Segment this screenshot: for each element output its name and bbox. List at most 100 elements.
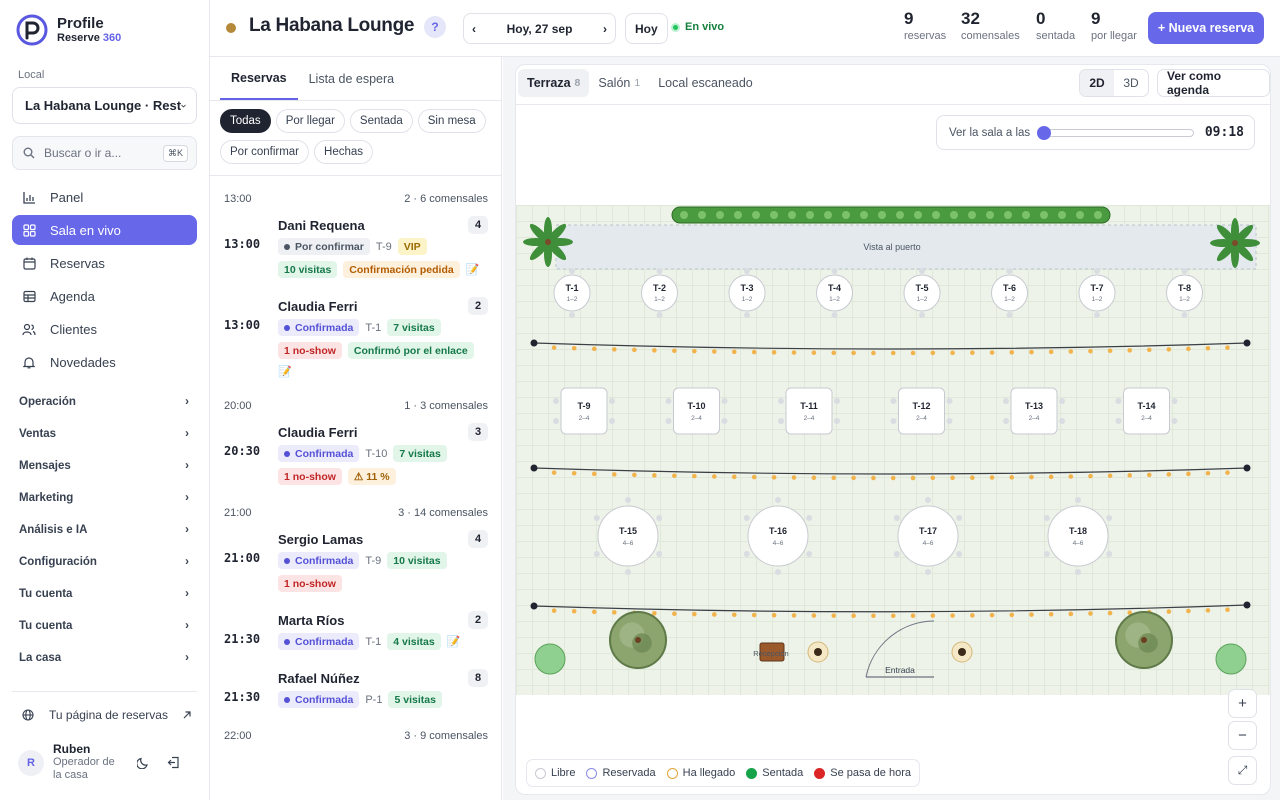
nav-item-sala-en-vivo[interactable]: Sala en vivo	[12, 215, 197, 245]
today-button[interactable]: Hoy	[625, 13, 668, 44]
table-round-small[interactable]	[816, 274, 853, 312]
avatar[interactable]: R	[18, 750, 44, 776]
table-capacity: 1–2	[829, 296, 840, 303]
note-icon[interactable]: 📝	[278, 365, 292, 378]
light-bulb	[811, 475, 817, 481]
string-lights	[533, 467, 1248, 475]
filter-por-confirmar[interactable]: Por confirmar	[220, 140, 310, 164]
nav-group-tu-cuenta[interactable]: Tu cuenta ›	[12, 578, 197, 610]
table-capacity: 1–2	[1179, 296, 1190, 303]
light-bulb	[652, 473, 657, 478]
filter-todas[interactable]: Todas	[220, 109, 271, 133]
table-capacity: 4–6	[623, 540, 634, 547]
nav-group-analisis[interactable]: Análisis e IA ›	[12, 514, 197, 546]
reservation-row[interactable]: 21:30 Marta Ríos 2 Confirmada T-1 4 visitas 📝	[210, 606, 501, 664]
table-round-small[interactable]	[991, 274, 1028, 312]
room-tab-terraza[interactable]: Terraza 8	[518, 69, 590, 97]
table-round-small[interactable]	[903, 274, 941, 312]
search-input[interactable]: Buscar o ir a... ⌘K	[12, 136, 197, 170]
date-picker: ‹ Hoy, 27 sep ›	[463, 13, 616, 44]
chevron-right-icon: ›	[185, 524, 189, 536]
lamp-base	[958, 648, 966, 656]
reservation-row[interactable]: 13:00 Dani Requena 4 Por confirmar T-9 VIP 10 …	[210, 211, 501, 292]
nav-group-marketing[interactable]: Marketing ›	[12, 482, 197, 514]
time-slider-track[interactable]	[1037, 125, 1195, 140]
next-day-button[interactable]: ›	[603, 22, 607, 36]
light-bulb	[612, 610, 617, 615]
table-round-small[interactable]	[728, 274, 766, 312]
tree-canopy	[1138, 633, 1158, 653]
chair	[1043, 515, 1050, 521]
view-as-agenda-button[interactable]: Ver como agenda	[1157, 69, 1270, 97]
chair	[806, 515, 813, 521]
view-2d-button[interactable]: 2D	[1080, 70, 1114, 96]
nav-group-ventas[interactable]: Ventas ›	[12, 418, 197, 450]
table-square[interactable]	[1123, 387, 1170, 435]
reservation-row[interactable]: 21:00 Sergio Lamas 4 Confirmada T-9 10 visita…	[210, 525, 501, 606]
reservation-row[interactable]: 21:30 Rafael Núñez 8 Confirmada P-1 5 visitas	[210, 664, 501, 722]
nav-group-mensajes[interactable]: Mensajes ›	[12, 450, 197, 482]
help-button[interactable]: ?	[424, 16, 446, 38]
nav-item-agenda[interactable]: Agenda	[12, 281, 197, 311]
tab-lista-espera[interactable]: Lista de espera	[298, 57, 405, 100]
legend-item: Ha llegado	[666, 767, 735, 779]
light-bulb	[1029, 474, 1034, 480]
logout-icon[interactable]	[167, 756, 180, 769]
nav-item-clientes[interactable]: Clientes	[12, 314, 197, 344]
local-select[interactable]: La Habana Lounge · Rest	[12, 87, 197, 124]
table-round-small[interactable]	[1078, 274, 1116, 312]
nav-item-novedades[interactable]: Novedades	[12, 347, 197, 377]
table-round-large[interactable]	[897, 505, 959, 567]
grid-icon	[22, 223, 36, 237]
chevron-right-icon: ›	[185, 556, 189, 568]
planter-shrub	[896, 211, 904, 219]
table-round-large[interactable]	[597, 505, 659, 567]
nav-group-la-casa[interactable]: La casa ›	[12, 642, 197, 674]
filter-sin-mesa[interactable]: Sin mesa	[417, 109, 486, 133]
room-tab-salon[interactable]: Salón 1	[589, 69, 649, 97]
note-icon[interactable]: 📝	[466, 263, 480, 276]
chair	[778, 418, 784, 424]
table-round-small[interactable]	[641, 274, 678, 312]
table-round-large[interactable]	[747, 505, 809, 567]
public-page-link[interactable]: Tu página de reservas	[22, 708, 192, 722]
reservation-row[interactable]: 13:00 Claudia Ferri 2 Confirmada T-1 7 visita…	[210, 292, 501, 392]
local-select-value: La Habana Lounge · Rest	[25, 98, 182, 113]
view-3d-button[interactable]: 3D	[1114, 70, 1148, 96]
zoom-in-button[interactable]: +	[1228, 689, 1257, 718]
moon-icon[interactable]	[137, 756, 150, 769]
table-label: T-18	[1069, 526, 1087, 536]
time-slider-handle[interactable]	[1037, 125, 1052, 140]
brand[interactable]: Profile Reserve 360	[16, 14, 121, 46]
nav-group-configuracion[interactable]: Configuración ›	[12, 546, 197, 578]
table-square[interactable]	[898, 387, 945, 435]
table-round-small[interactable]	[1166, 274, 1203, 312]
chair	[956, 551, 963, 557]
table-square[interactable]	[560, 387, 608, 435]
new-reservation-button[interactable]: + Nueva reserva	[1148, 12, 1264, 44]
filter-sentada[interactable]: Sentada	[349, 109, 413, 133]
chair	[834, 398, 840, 404]
room-tab-local-escaneado[interactable]: Local escaneado	[649, 69, 762, 97]
light-bulb	[871, 475, 876, 481]
filter-hechas[interactable]: Hechas	[314, 140, 374, 164]
note-icon[interactable]: 📝	[447, 635, 461, 648]
fit-screen-button[interactable]: ⤢	[1228, 756, 1257, 785]
globe-icon	[22, 709, 34, 721]
table-square[interactable]	[785, 387, 833, 435]
status-badge: Confirmada	[278, 552, 360, 569]
reservation-row[interactable]: 20:30 Claudia Ferri 3 Confirmada T-10 7 visit…	[210, 418, 501, 499]
zoom-out-button[interactable]: −	[1228, 721, 1257, 750]
nav-group-operacion[interactable]: Operación ›	[12, 386, 197, 418]
tab-reservas[interactable]: Reservas	[220, 57, 298, 100]
table-round-small[interactable]	[553, 274, 591, 312]
current-date[interactable]: Hoy, 27 sep	[507, 22, 573, 36]
prev-day-button[interactable]: ‹	[472, 22, 476, 36]
nav-item-panel[interactable]: Panel	[12, 182, 197, 212]
table-square[interactable]	[673, 387, 720, 435]
nav-group-tu-cuenta-2[interactable]: Tu cuenta ›	[12, 610, 197, 642]
table-square[interactable]	[1010, 387, 1058, 435]
table-round-large[interactable]	[1047, 505, 1109, 567]
nav-item-reservas[interactable]: Reservas	[12, 248, 197, 278]
filter-por-llegar[interactable]: Por llegar	[275, 109, 345, 133]
